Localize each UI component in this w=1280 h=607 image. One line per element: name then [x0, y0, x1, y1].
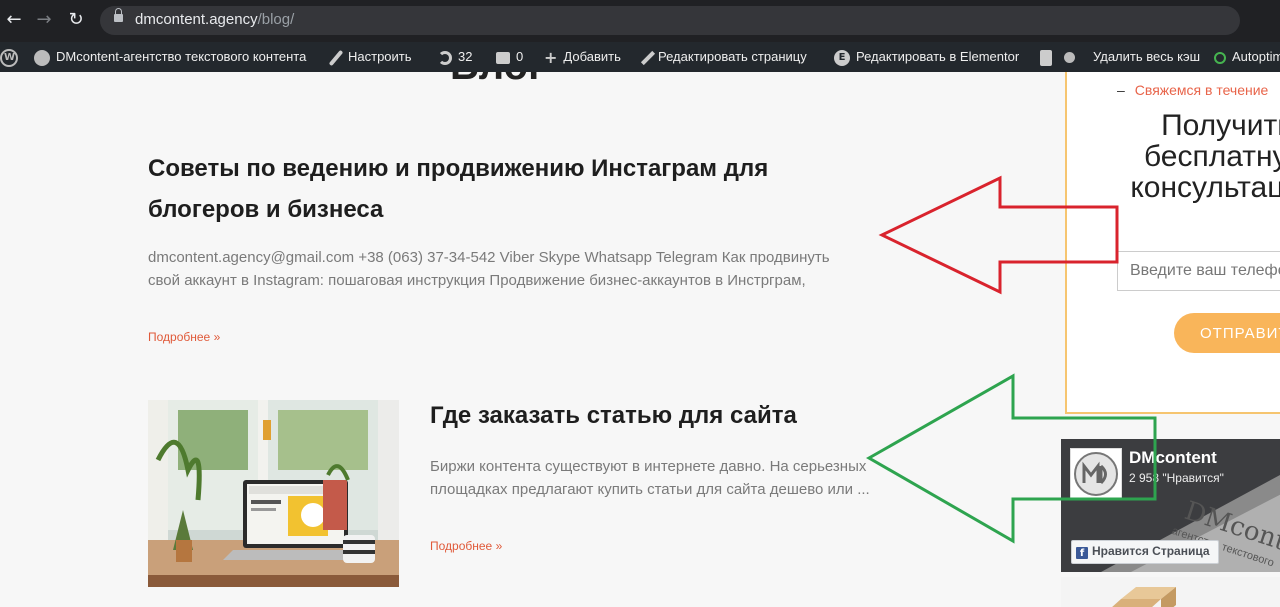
- page-content: Блог Советы по ведению и продвижению Инс…: [0, 72, 1280, 607]
- yoast-icon: [1040, 49, 1052, 66]
- laptop-desk-image: [148, 400, 399, 587]
- customize-label: Настроить: [348, 49, 412, 64]
- widget-image: [1061, 577, 1280, 607]
- url-host: dmcontent.agency: [135, 11, 258, 28]
- autoptimize-menu[interactable]: Autoptimize: [1214, 42, 1280, 72]
- updates-count: 32: [458, 49, 473, 64]
- dashboard-icon: [34, 49, 50, 66]
- page-name[interactable]: DMcontent: [1129, 448, 1217, 468]
- address-bar[interactable]: dmcontent.agency/blog/: [100, 6, 1240, 35]
- comment-icon: [496, 51, 510, 64]
- plus-icon: +: [544, 48, 558, 68]
- contact-note: Свяжемся в течение: [1117, 82, 1269, 98]
- edit-page-menu[interactable]: Редактировать страницу: [640, 42, 807, 72]
- wp-admin-bar: DMcontent-агентство текстового контента …: [0, 42, 1280, 72]
- elementor-icon: E: [834, 49, 850, 66]
- brush-icon: [328, 49, 344, 66]
- autoptimize-label: Autoptimize: [1232, 49, 1280, 64]
- updates-menu[interactable]: 32: [438, 42, 472, 72]
- reload-icon[interactable]: ↻: [64, 8, 88, 32]
- likes-count: 2 958 "Нравится": [1129, 471, 1224, 485]
- seo-status-menu[interactable]: [1064, 42, 1081, 72]
- post-excerpt: dmcontent.agency@gmail.com +38 (063) 37-…: [148, 249, 830, 289]
- pencil-icon: [640, 50, 656, 65]
- sidebar-widget: [1061, 577, 1280, 607]
- page-avatar[interactable]: [1070, 448, 1122, 500]
- read-more-link[interactable]: Подробнее »: [430, 539, 502, 553]
- page-title: Блог: [450, 72, 545, 89]
- form-title: Получить бесплатную консультацию: [1130, 109, 1280, 204]
- post-excerpt: Биржи контента существуют в интернете да…: [430, 458, 870, 498]
- new-content-menu[interactable]: + Добавить: [544, 42, 621, 72]
- browser-toolbar: ← → ↻ dmcontent.agency/blog/: [0, 0, 1280, 42]
- edit-elementor-menu[interactable]: E Редактировать в Elementor: [834, 42, 1019, 72]
- edit-page-label: Редактировать страницу: [658, 49, 807, 64]
- facebook-page-widget[interactable]: DMcontent агентство текстового DMcontent…: [1061, 439, 1280, 572]
- url-path: /blog/: [257, 11, 295, 28]
- like-page-button[interactable]: f Нравится Страница: [1071, 540, 1219, 564]
- facebook-icon: f: [1076, 547, 1088, 559]
- edit-elementor-label: Редактировать в Elementor: [856, 49, 1020, 64]
- post-thumbnail[interactable]: [148, 400, 399, 587]
- lock-icon: [114, 8, 123, 22]
- site-name-menu[interactable]: DMcontent-агентство текстового контента: [34, 42, 306, 72]
- forward-icon[interactable]: →: [32, 8, 56, 32]
- phone-input[interactable]: [1117, 251, 1280, 291]
- status-dot-icon: [1064, 52, 1075, 64]
- comments-menu[interactable]: 0: [496, 42, 523, 72]
- yoast-menu[interactable]: [1040, 42, 1058, 72]
- clear-cache-label: Удалить весь кэш: [1093, 49, 1201, 64]
- post-title-link[interactable]: Советы по ведению и продвижению Инстагра…: [148, 148, 868, 230]
- updates-icon: [438, 50, 452, 65]
- like-page-label: Нравится Страница: [1092, 544, 1210, 558]
- site-name-label: DMcontent-агентство текстового контента: [56, 49, 307, 64]
- clear-cache-menu[interactable]: Удалить весь кэш: [1093, 42, 1200, 72]
- post-title-link[interactable]: Где заказать статью для сайта: [430, 402, 930, 430]
- url-text: dmcontent.agency/blog/: [135, 11, 294, 28]
- back-icon[interactable]: ←: [2, 8, 26, 32]
- read-more-link[interactable]: Подробнее »: [148, 330, 220, 344]
- customize-menu[interactable]: Настроить: [328, 42, 412, 72]
- autoptimize-status-icon: [1214, 51, 1226, 64]
- comments-count: 0: [516, 49, 524, 64]
- consultation-form: Свяжемся в течение Получить бесплатную к…: [1065, 72, 1280, 414]
- dm-logo-icon: [1074, 452, 1118, 496]
- send-button[interactable]: ОТПРАВИТЬ: [1174, 313, 1280, 353]
- add-new-label: Добавить: [563, 49, 621, 64]
- wordpress-icon: [0, 48, 18, 67]
- wp-logo-menu[interactable]: [0, 42, 24, 72]
